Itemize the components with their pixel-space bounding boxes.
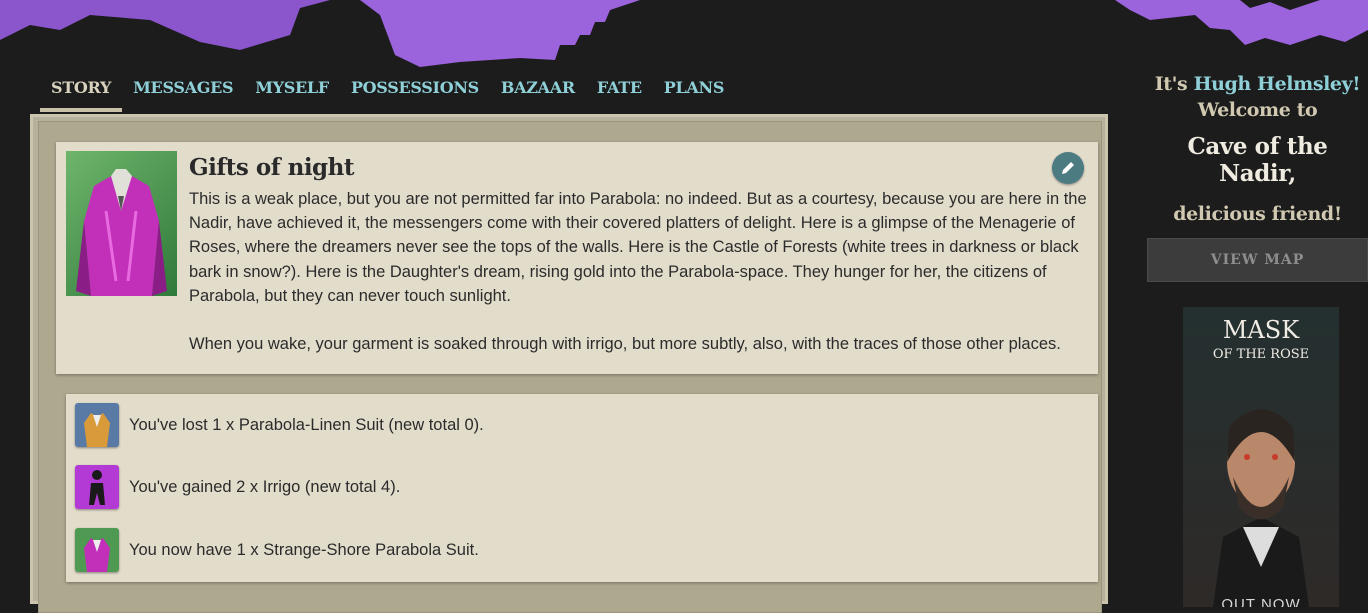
ad-title: MASK xyxy=(1222,316,1300,344)
view-map-button[interactable]: VIEW MAP xyxy=(1147,238,1368,282)
tab-myself[interactable]: MYSELF xyxy=(244,76,340,100)
greeting: It's Hugh Helmsley! xyxy=(1147,73,1368,95)
parabola-suit-icon xyxy=(66,151,177,296)
result-item: You've lost 1 x Parabola-Linen Suit (new… xyxy=(75,403,484,447)
greeting-prefix: It's xyxy=(1154,73,1194,95)
ad-subtitle: OF THE ROSE xyxy=(1212,347,1310,362)
pencil-icon xyxy=(1062,162,1074,174)
location-name: Cave of the Nadir, xyxy=(1187,133,1328,187)
mask-of-the-rose-ad[interactable]: MASK OF THE ROSE OUT NOW xyxy=(1183,307,1339,607)
ad-cta: OUT NOW xyxy=(1221,596,1301,607)
welcome-to-text: Welcome to xyxy=(1197,99,1318,121)
story-inner-frame: Gifts of night This is a weak place, but… xyxy=(38,121,1102,613)
tab-bazaar[interactable]: BAZAAR xyxy=(490,76,586,100)
tab-possessions[interactable]: POSSESSIONS xyxy=(340,76,490,100)
character-name[interactable]: Hugh Helmsley! xyxy=(1194,73,1361,95)
storylet-title: Gifts of night xyxy=(189,154,354,181)
sidebar: It's Hugh Helmsley! Welcome to Cave of t… xyxy=(1147,70,1368,607)
main-nav: STORY MESSAGES MYSELF POSSESSIONS BAZAAR… xyxy=(40,76,735,112)
result-text: You've lost 1 x Parabola-Linen Suit (new… xyxy=(129,415,484,434)
friend-text: delicious friend! xyxy=(1173,203,1342,225)
edit-button[interactable] xyxy=(1052,152,1084,184)
ad-portrait xyxy=(1213,409,1309,607)
storylet-card: Gifts of night This is a weak place, but… xyxy=(56,142,1098,374)
storylet-paragraph: This is a weak place, but you are not pe… xyxy=(189,190,1087,305)
result-text: You now have 1 x Strange-Shore Parabola … xyxy=(129,540,479,559)
result-text: You've gained 2 x Irrigo (new total 4). xyxy=(129,477,401,496)
linen-suit-icon xyxy=(75,403,119,447)
outcome-results: You've lost 1 x Parabola-Linen Suit (new… xyxy=(66,394,1098,582)
storylet-description: This is a weak place, but you are not pe… xyxy=(189,187,1094,356)
tab-fate[interactable]: FATE xyxy=(586,76,653,100)
irrigo-figure-icon xyxy=(75,465,119,509)
tab-story[interactable]: STORY xyxy=(40,76,123,112)
header-banner xyxy=(0,0,1368,67)
parabola-suit-icon xyxy=(75,528,119,572)
result-item: You've gained 2 x Irrigo (new total 4). xyxy=(75,465,400,509)
tab-plans[interactable]: PLANS xyxy=(653,76,735,100)
storylet-paragraph: When you wake, your garment is soaked th… xyxy=(189,335,1061,354)
story-panel: Gifts of night This is a weak place, but… xyxy=(30,114,1108,613)
tab-messages[interactable]: MESSAGES xyxy=(122,76,244,100)
result-item: You now have 1 x Strange-Shore Parabola … xyxy=(75,528,479,572)
